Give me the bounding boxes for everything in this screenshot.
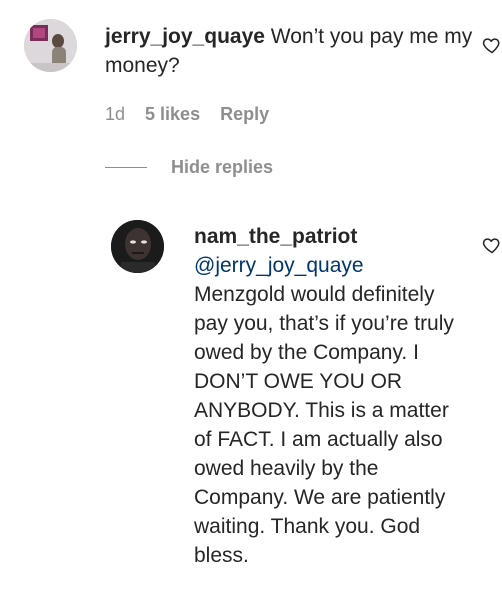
- reply-button[interactable]: Reply: [220, 104, 269, 125]
- comment-meta: 1d 5 likes Reply: [105, 104, 269, 125]
- comment-username[interactable]: jerry_joy_quaye: [105, 25, 265, 48]
- heart-icon[interactable]: [482, 35, 502, 55]
- avatar[interactable]: [24, 19, 77, 72]
- heart-icon[interactable]: [482, 235, 502, 255]
- comment-body: jerry_joy_quaye Won’t you pay me my mone…: [105, 22, 475, 80]
- reply-body: nam_the_patriot @jerry_joy_quaye Menzgol…: [194, 222, 464, 570]
- reply-username[interactable]: nam_the_patriot: [194, 222, 464, 251]
- profile-photo: [24, 19, 77, 72]
- hide-replies-button[interactable]: Hide replies: [105, 157, 273, 178]
- reply-text: Menzgold would definitely pay you, that’…: [194, 283, 454, 567]
- likes-count[interactable]: 5 likes: [145, 104, 200, 125]
- comment-time: 1d: [105, 104, 126, 124]
- mention-link[interactable]: @jerry_joy_quaye: [194, 251, 464, 280]
- hide-replies-label: Hide replies: [171, 157, 274, 177]
- divider-line: [105, 167, 147, 168]
- avatar[interactable]: [111, 220, 164, 273]
- profile-photo: [111, 220, 164, 273]
